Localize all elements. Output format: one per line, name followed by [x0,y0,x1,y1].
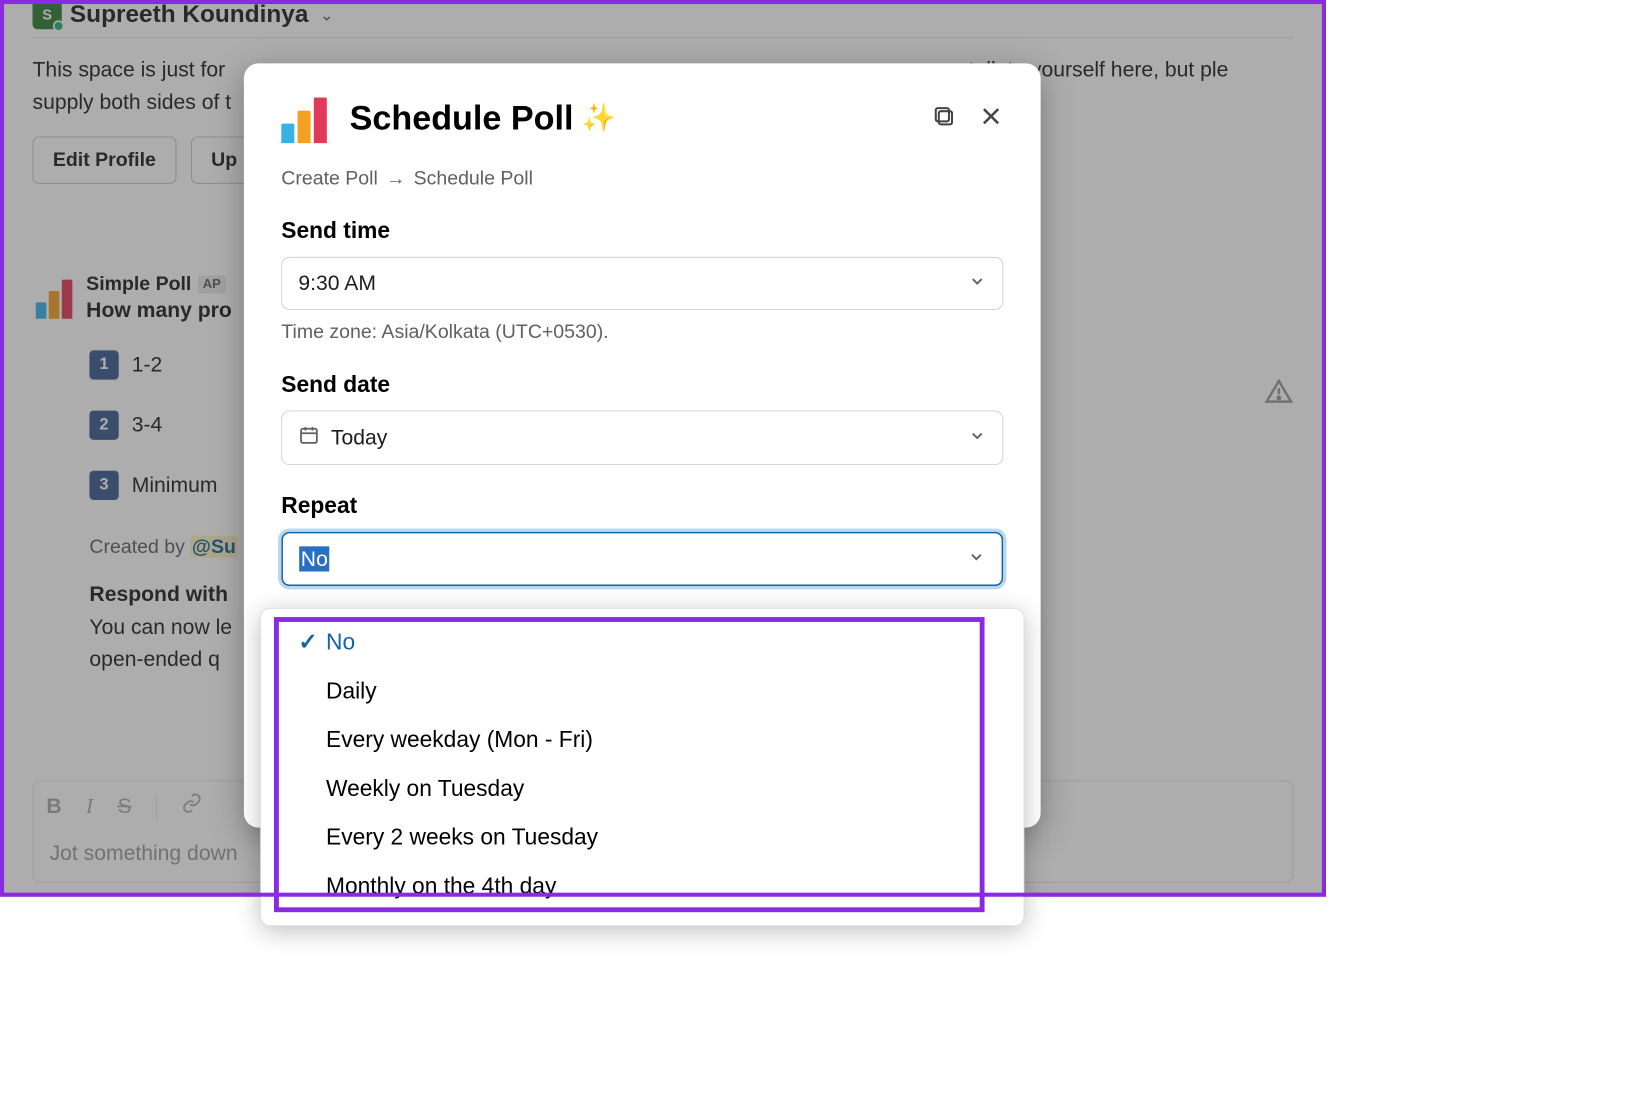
repeat-select[interactable]: No [281,532,1003,586]
chevron-down-icon [968,271,986,296]
chevron-down-icon [968,425,986,450]
timezone-note: Time zone: Asia/Kolkata (UTC+0530). [281,321,1003,344]
dropdown-option-weekly[interactable]: Weekly on Tuesday [261,764,1024,813]
send-time-label: Send time [281,218,1003,244]
open-new-window-icon[interactable] [932,104,956,132]
breadcrumb-item: Schedule Poll [414,167,533,190]
poll-app-logo [281,93,331,143]
dropdown-option-monthly[interactable]: Monthly on the 4th day [261,862,1024,911]
breadcrumb-item[interactable]: Create Poll [281,167,378,190]
check-icon: ✓ [298,628,316,655]
arrow-right-icon: → [386,167,406,190]
send-date-label: Send date [281,372,1003,398]
send-date-select[interactable]: Today [281,411,1003,465]
dropdown-option-biweekly[interactable]: Every 2 weeks on Tuesday [261,813,1024,862]
sparkles-icon: ✨ [582,102,616,135]
chevron-down-icon [967,546,985,571]
calendar-icon [298,424,319,451]
dropdown-option-daily[interactable]: Daily [261,667,1024,716]
close-icon[interactable] [979,104,1003,132]
dropdown-option-weekday[interactable]: Every weekday (Mon - Fri) [261,715,1024,764]
dropdown-option-no[interactable]: ✓ No [261,617,1024,667]
breadcrumb: Create Poll → Schedule Poll [281,167,1003,190]
repeat-dropdown: ✓ No Daily Every weekday (Mon - Fri) Wee… [260,608,1024,926]
modal-title: Schedule Poll ✨ [350,98,616,137]
send-time-select[interactable]: 9:30 AM [281,257,1003,310]
repeat-label: Repeat [281,493,1003,519]
